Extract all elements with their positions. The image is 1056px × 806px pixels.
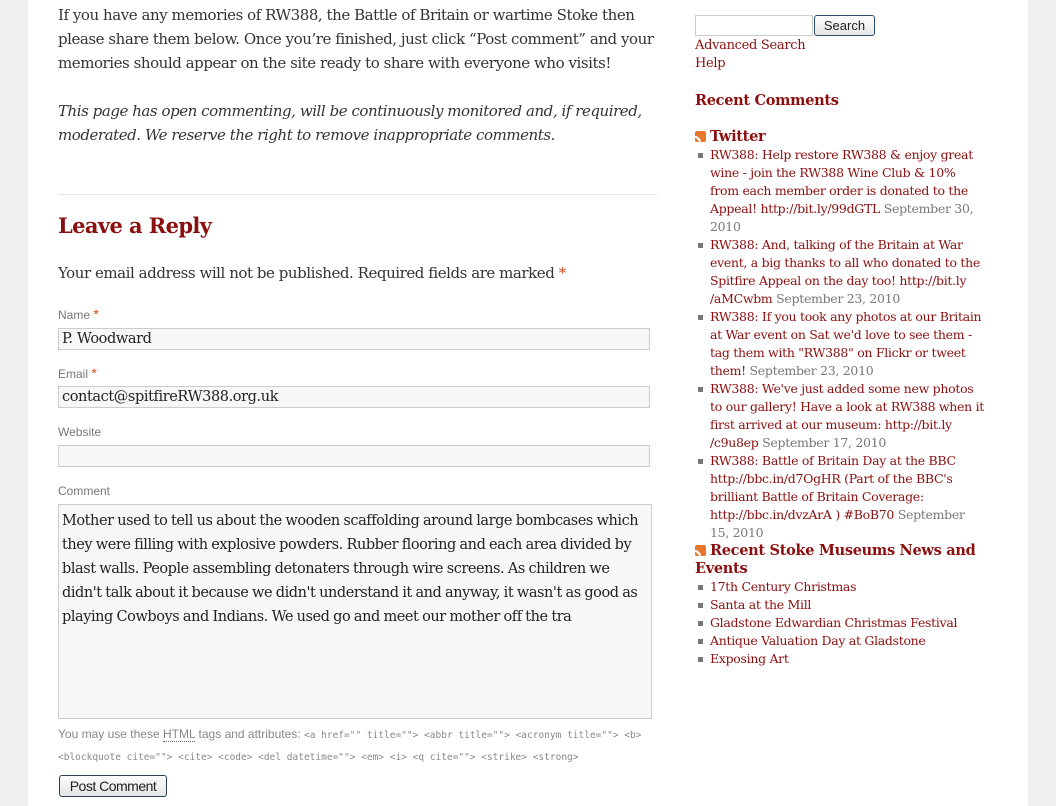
news-item: Gladstone Edwardian Christmas Festival [695,614,985,632]
news-item: Exposing Art [695,650,985,668]
allowed-tags: You may use these HTML tags and attribut… [58,724,658,768]
comment-label: Comment [58,484,111,498]
tweet-date: September 23, 2010 [776,291,901,306]
required-mark: * [93,306,99,322]
comment-notes: Your email address will not be published… [58,264,566,282]
news-title-link[interactable]: Recent Stoke Museums News and Events [695,542,976,577]
news-item: Antique Valuation Day at Gladstone [695,632,985,650]
divider [58,194,658,195]
news-link[interactable]: Antique Valuation Day at Gladstone [710,633,926,648]
news-widget-title: Recent Stoke Museums News and Events [695,542,985,578]
email-input[interactable]: contact@spitfireRW388.org.uk [58,386,650,408]
intro-paragraph: If you have any memories of RW388, the B… [58,6,654,72]
news-item: 17th Century Christmas [695,578,985,596]
twitter-list: RW388: Help restore RW388 & enjoy great … [695,146,985,542]
news-item: Santa at the Mill [695,596,985,614]
comment-textarea[interactable]: Mother used to tell us about the wooden … [58,504,652,719]
news-list: 17th Century Christmas Santa at the Mill… [695,578,985,668]
email-label-text: Email [58,367,89,381]
website-label: Website [58,425,102,439]
email-label: Email * [58,365,97,381]
comment-notes-text: Your email address will not be published… [58,264,555,282]
allowed-tags-suffix: tags and attributes: [198,727,301,741]
post-comment-button[interactable]: Post Comment [59,775,167,797]
help-link[interactable]: Help [695,56,726,71]
advanced-search-link[interactable]: Advanced Search [695,38,806,53]
twitter-title-link[interactable]: Twitter [710,128,766,145]
name-label: Name * [58,306,99,322]
news-link[interactable]: Exposing Art [710,651,789,666]
page: If you have any memories of RW388, the B… [28,0,1028,806]
twitter-widget-title: Twitter [695,128,766,146]
tweet-date: September 17, 2010 [762,435,887,450]
reply-title: Leave a Reply [58,213,212,238]
moderation-note: This page has open commenting, will be c… [58,102,642,144]
tweet-item: RW388: We've just added some new photos … [695,380,985,452]
required-mark: * [91,365,97,381]
tweet-item: RW388: If you took any photos at our Bri… [695,308,985,380]
rss-icon[interactable] [695,545,706,556]
news-link[interactable]: 17th Century Christmas [710,579,857,594]
tweet-date: September 23, 2010 [749,363,874,378]
required-mark: * [558,264,567,282]
name-label-text: Name [58,308,91,322]
tweet-item: RW388: Help restore RW388 & enjoy great … [695,146,985,236]
tweet-item: RW388: Battle of Britain Day at the BBC … [695,452,985,542]
website-input[interactable] [58,445,650,467]
name-input[interactable]: P. Woodward [58,328,650,350]
news-link[interactable]: Santa at the Mill [710,597,811,612]
rss-icon[interactable] [695,131,706,142]
html-abbr: HTML [162,727,196,742]
tweet-item: RW388: And, talking of the Britain at Wa… [695,236,985,308]
recent-comments-title: Recent Comments [695,92,839,109]
search-input[interactable] [695,15,813,36]
allowed-tags-prefix: You may use these [58,727,160,741]
news-link[interactable]: Gladstone Edwardian Christmas Festival [710,615,958,630]
search-button[interactable]: Search [814,15,875,36]
